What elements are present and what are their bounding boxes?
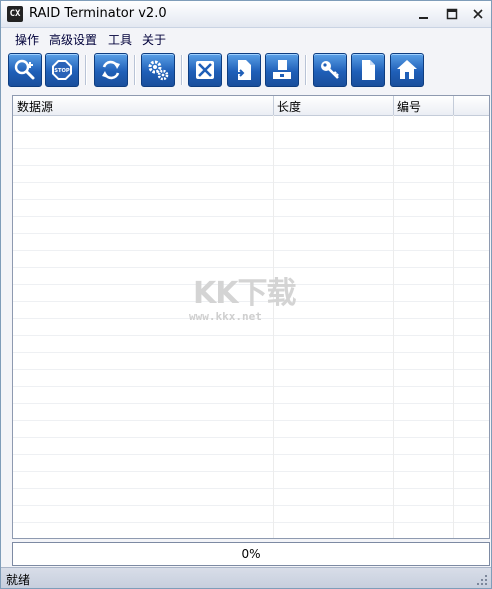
stop-icon: STOP [52, 60, 72, 80]
menu-advanced-settings[interactable]: 高级设置 [49, 31, 97, 48]
column-divider[interactable] [393, 96, 394, 115]
close-button[interactable] [467, 4, 489, 24]
zoom-in-button[interactable] [8, 53, 42, 87]
minimize-button[interactable] [413, 4, 435, 24]
column-gridline [453, 115, 454, 538]
title-bar[interactable]: CX RAID Terminator v2.0 [1, 1, 491, 28]
toolbar-separator [85, 55, 87, 85]
home-button[interactable] [390, 53, 424, 87]
menu-about[interactable]: 关于 [142, 31, 166, 48]
stop-text: STOP [54, 68, 70, 74]
menu-bar: 操作 高级设置 工具 关于 [1, 28, 491, 50]
data-source-list[interactable]: 数据源 长度 编号 KK下载 www.kkx.net [12, 95, 490, 539]
refresh-button[interactable] [94, 53, 128, 87]
column-header-data-source[interactable]: 数据源 [17, 98, 53, 115]
refresh-icon [102, 60, 120, 80]
progress-bar: 0% [12, 542, 490, 566]
app-icon: CX [7, 6, 23, 22]
main-window: CX RAID Terminator v2.0 操作 高级设置 工具 关于 ST… [0, 0, 492, 589]
column-header-number[interactable]: 编号 [397, 98, 421, 115]
toolbar: STOP [1, 50, 491, 90]
column-header-length[interactable]: 长度 [277, 98, 301, 115]
document-button[interactable] [351, 53, 385, 87]
status-text: 就绪 [6, 573, 31, 587]
close-icon [473, 9, 483, 19]
resize-grip-icon[interactable] [476, 574, 488, 586]
progress-label: 0% [241, 547, 261, 561]
toolbar-separator [181, 55, 183, 85]
list-header: 数据源 长度 编号 [13, 96, 489, 116]
maximize-icon [446, 8, 458, 20]
menu-tools[interactable]: 工具 [108, 31, 132, 48]
toolbar-separator [134, 55, 136, 85]
export-button[interactable] [227, 53, 261, 87]
clear-button[interactable] [188, 53, 222, 87]
menu-operate[interactable]: 操作 [15, 31, 39, 48]
column-divider[interactable] [453, 96, 454, 115]
gear-icon [148, 60, 169, 81]
status-bar: 就绪 [1, 567, 491, 588]
toolbar-separator [305, 55, 307, 85]
maximize-button[interactable] [441, 4, 463, 24]
document-icon [362, 60, 375, 80]
key-icon [321, 61, 339, 79]
document-arrow-icon [234, 60, 251, 80]
save-disk-icon [273, 60, 291, 79]
key-button[interactable] [313, 53, 347, 87]
settings-button[interactable] [141, 53, 175, 87]
home-icon [397, 60, 417, 79]
minimize-icon [419, 17, 428, 19]
stop-button[interactable]: STOP [45, 53, 79, 87]
window-title: RAID Terminator v2.0 [29, 6, 167, 21]
clear-icon [196, 61, 214, 79]
watermark: KK下载 www.kkx.net [189, 268, 319, 328]
watermark-url: www.kkx.net [189, 310, 262, 323]
column-gridline [393, 115, 394, 538]
watermark-logo: KK下载 [193, 276, 296, 311]
column-divider[interactable] [273, 96, 274, 115]
zoom-in-icon [14, 59, 35, 80]
save-button[interactable] [265, 53, 299, 87]
